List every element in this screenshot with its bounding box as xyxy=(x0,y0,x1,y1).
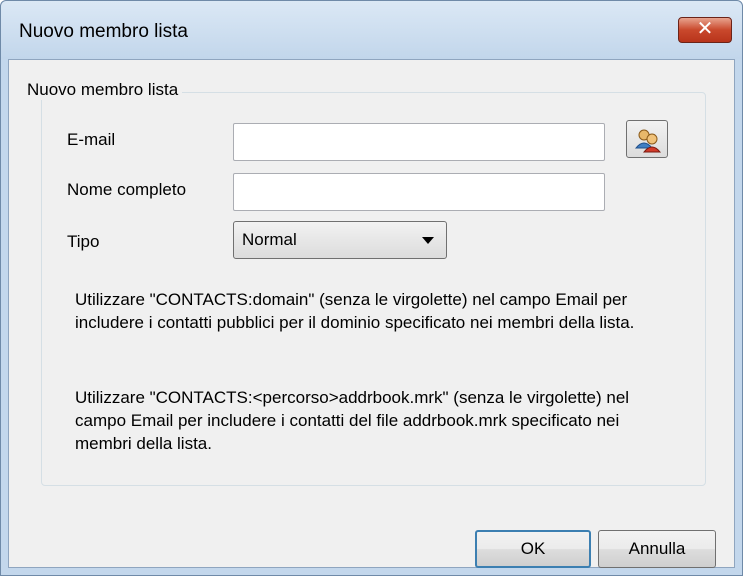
fullname-input[interactable] xyxy=(234,174,604,210)
close-button[interactable]: ✕ xyxy=(678,17,732,43)
address-book-icon xyxy=(634,129,662,153)
email-input[interactable] xyxy=(234,124,604,160)
close-icon: ✕ xyxy=(696,18,714,40)
title-bar[interactable]: Nuovo membro lista ✕ xyxy=(1,1,742,59)
dialog-body: Nuovo membro lista E-mail Nome completo … xyxy=(8,59,735,568)
ok-button[interactable]: OK xyxy=(475,530,591,568)
email-label: E-mail xyxy=(67,130,116,149)
help-text-addrbook: Utilizzare "CONTACTS:<percorso>addrbook.… xyxy=(75,388,630,453)
fullname-field[interactable] xyxy=(233,173,605,211)
fullname-label: Nome completo xyxy=(67,180,187,199)
email-field[interactable] xyxy=(233,123,605,161)
type-selected-value: Normal xyxy=(242,230,297,249)
type-select[interactable]: Normal xyxy=(233,221,447,259)
group-legend: Nuovo membro lista xyxy=(23,80,183,100)
address-book-button[interactable] xyxy=(626,120,668,158)
dialog-window: Nuovo membro lista ✕ Nuovo membro lista … xyxy=(0,0,743,576)
cancel-button[interactable]: Annulla xyxy=(598,530,716,568)
dialog-title: Nuovo membro lista xyxy=(19,21,188,42)
help-text-domain: Utilizzare "CONTACTS:domain" (senza le v… xyxy=(75,290,635,332)
type-label: Tipo xyxy=(67,232,100,251)
chevron-down-icon xyxy=(422,237,434,244)
